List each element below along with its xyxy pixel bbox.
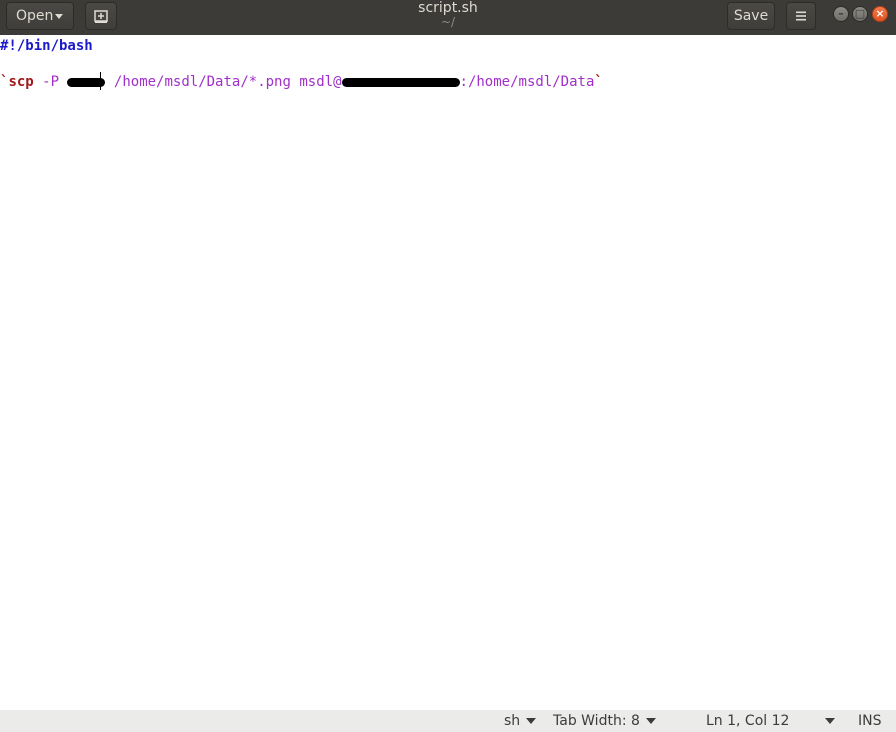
code-line-shebang: #!/bin/bash: [0, 38, 93, 54]
tab-width-label: Tab Width: 8: [553, 713, 640, 729]
header-bar: Open script.sh ~/ Save – □ ×: [0, 0, 896, 35]
language-selector[interactable]: sh: [504, 712, 537, 730]
backtick-close: `: [594, 74, 603, 90]
redacted-host: [341, 77, 460, 87]
window-title: script.sh: [418, 0, 478, 16]
maximize-icon: □: [854, 7, 866, 20]
chevron-down-icon: [825, 718, 835, 724]
close-icon: ×: [875, 7, 885, 20]
user-token: msdl@: [299, 74, 342, 90]
status-bar: sh Tab Width: 8 Ln 1, Col 12 INS: [0, 710, 896, 732]
position-dropdown[interactable]: [819, 712, 835, 730]
menu-button[interactable]: [786, 2, 816, 30]
text-editor-area[interactable]: #!/bin/bash ` scp -P /home/msdl/Data/*.pn…: [0, 35, 896, 710]
new-document-icon: [94, 10, 108, 23]
minimize-button[interactable]: –: [833, 6, 849, 22]
minimize-icon: –: [838, 7, 844, 20]
source-path-token: /home/msdl/Data/*.png: [113, 74, 291, 90]
cursor-position[interactable]: Ln 1, Col 12: [706, 712, 789, 730]
dest-path-token: :/home/msdl/Data: [459, 74, 595, 90]
chevron-down-icon: [645, 718, 656, 724]
tab-width-selector[interactable]: Tab Width: 8: [553, 712, 656, 730]
code-line-scp: ` scp -P /home/msdl/Data/*.png msdl@ :/hom…: [0, 73, 603, 91]
new-document-button[interactable]: [85, 2, 117, 30]
maximize-button[interactable]: □: [852, 6, 868, 22]
window-subtitle: ~/: [440, 15, 456, 29]
close-button[interactable]: ×: [872, 6, 888, 22]
hamburger-menu-icon: [796, 11, 806, 21]
open-button[interactable]: Open: [6, 2, 74, 30]
insert-mode-indicator[interactable]: INS: [858, 712, 882, 730]
language-label: sh: [504, 713, 521, 729]
save-button[interactable]: Save: [727, 2, 775, 30]
command-token: scp: [8, 74, 34, 90]
chevron-down-icon: [55, 14, 63, 19]
flag-token: -P: [42, 74, 60, 90]
redacted-port: [67, 77, 106, 87]
open-button-label: Open: [16, 8, 54, 24]
chevron-down-icon: [526, 718, 537, 724]
